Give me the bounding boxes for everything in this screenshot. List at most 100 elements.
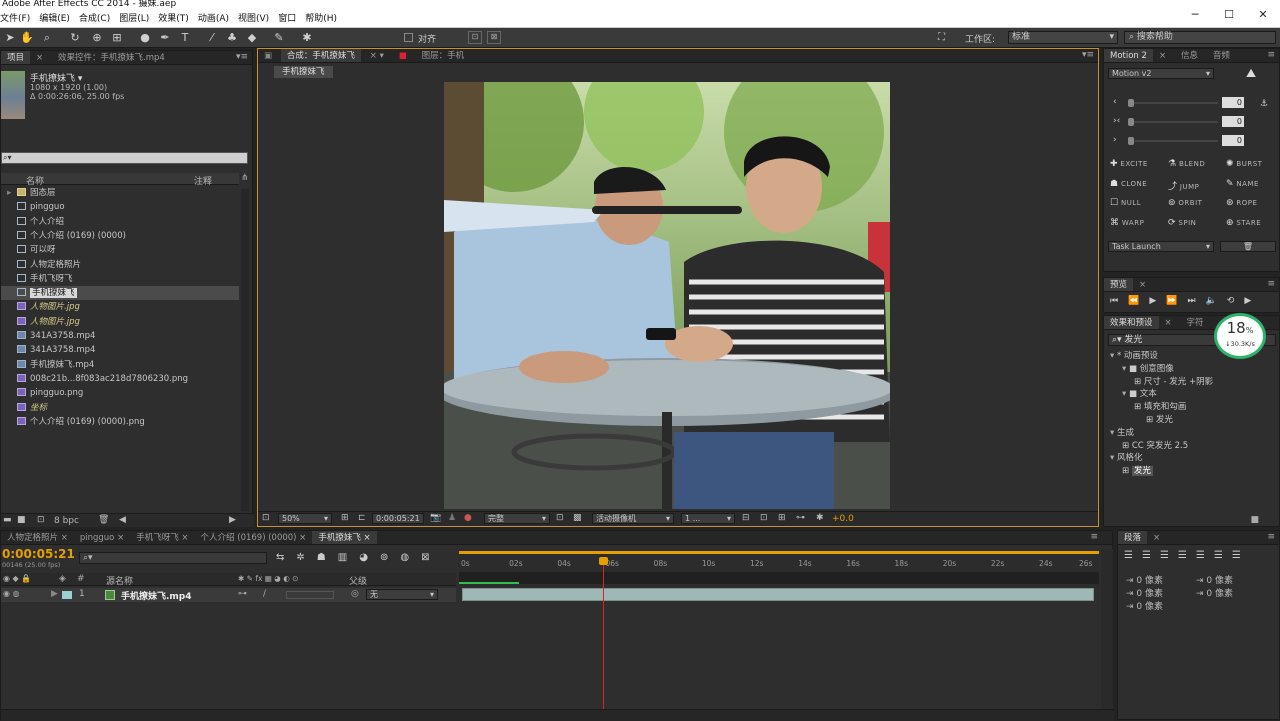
tab-project[interactable]: 项目 [1, 51, 31, 64]
vr-icon[interactable]: ⛶ [938, 32, 945, 43]
project-search-input[interactable]: ⌕▾ [1, 152, 248, 164]
visibility-icon[interactable]: ◉ ◍ [3, 589, 20, 598]
graph-icon[interactable]: ⊠ [421, 552, 441, 563]
tab-paragraph[interactable]: 段落 [1118, 531, 1148, 544]
panel-menu-icon[interactable]: ≡ [1090, 531, 1098, 544]
snap-icon[interactable]: ⊡ [468, 31, 482, 44]
first-frame-icon[interactable]: ⏮ [1110, 296, 1128, 306]
project-item[interactable]: pingguo [1, 200, 239, 214]
selection-tool-icon[interactable]: ➤ [3, 31, 17, 45]
tab-effects-presets[interactable]: 效果和预设 [1104, 316, 1159, 329]
tab-character[interactable]: 字符 [1181, 316, 1210, 329]
timeline-timecode[interactable]: 0:00:05:21 [2, 547, 75, 561]
motion-button-clone[interactable]: ☗ CLONE [1110, 179, 1147, 189]
eraser-tool-icon[interactable]: ◆ [245, 31, 259, 45]
puppet-tool-icon[interactable]: ✱ [300, 31, 314, 45]
motion-button-null[interactable]: ☐ NULL [1110, 198, 1141, 208]
new-preset-icon[interactable]: ■ [1250, 515, 1259, 525]
collapse-icon[interactable]: ▾ [1110, 453, 1117, 463]
workspace-select[interactable]: 标准 ▾ [1008, 31, 1118, 44]
exposure-value[interactable]: +0.0 [832, 514, 854, 524]
zoom-navigator[interactable] [459, 572, 1099, 584]
slider-handle[interactable] [1128, 99, 1134, 107]
hand-tool-icon[interactable]: ✋ [20, 31, 34, 45]
trash-icon[interactable]: 🗑 [98, 515, 109, 525]
timeline-search-input[interactable]: ⌕▾ [79, 552, 267, 564]
motion-button-stare[interactable]: ⊕ STARE [1226, 218, 1261, 228]
draft-3d-icon[interactable]: ✲ [296, 552, 316, 563]
comp-timecode[interactable]: 0:00:05:21 [372, 513, 424, 524]
panel-menu-icon[interactable]: ≡ [1267, 278, 1275, 291]
playhead-handle-icon[interactable] [598, 557, 608, 565]
new-comp-icon[interactable]: ⊡ [37, 515, 45, 525]
prev-frame-icon[interactable]: ⏪ [1128, 296, 1149, 306]
tab-effect-controls[interactable]: 效果控件：手机撩妹飞.mp4 [52, 51, 171, 64]
motion-version-select[interactable]: Motion v2 ▾ [1108, 68, 1214, 79]
graph-editor-icon[interactable]: ⊚ [380, 552, 400, 563]
menu-item-6[interactable]: 视图(V) [238, 14, 269, 24]
shy-icon[interactable]: ☗ [317, 552, 338, 563]
slider-handle[interactable] [1128, 118, 1134, 126]
column-parent[interactable]: 父级 [349, 574, 367, 587]
align-checkbox[interactable] [404, 33, 413, 42]
show-snapshot-icon[interactable]: ♟ [448, 513, 456, 523]
tab-motion[interactable]: Motion 2 [1104, 49, 1153, 62]
pen-tool-icon[interactable]: ✒ [158, 31, 172, 45]
project-item[interactable]: 个人介绍 (0169) (0000).png [1, 415, 239, 429]
maximize-icon[interactable]: ☐ [1212, 8, 1246, 21]
motion-slider[interactable] [1128, 140, 1218, 142]
close-icon[interactable]: × ▾ [364, 49, 390, 62]
ram-preview-icon[interactable]: ▶ [1244, 296, 1261, 306]
tab-info[interactable]: 信息 [1175, 49, 1204, 62]
effects-tree-item[interactable]: ⊞ 发光 [1146, 413, 1173, 427]
snapshot-icon[interactable]: 📷 [430, 513, 441, 523]
anchor-icon[interactable]: ⚓ [1260, 99, 1268, 109]
motion-button-name[interactable]: ✎ NAME [1226, 179, 1259, 189]
motion-button-blend[interactable]: ⚗ BLEND [1168, 159, 1205, 169]
project-item[interactable]: 人物图片.jpg [1, 300, 239, 314]
menu-item-8[interactable]: 帮助(H) [305, 14, 337, 24]
tab-audio[interactable]: 音频 [1207, 49, 1236, 62]
motion-button-orbit[interactable]: ⊚ ORBIT [1168, 198, 1202, 208]
next-frame-icon[interactable]: ⏩ [1166, 296, 1187, 306]
brush-tool-icon[interactable]: ⁄ [205, 31, 219, 45]
close-icon[interactable]: × [30, 51, 49, 64]
magnification-select[interactable]: 50% ▾ [278, 513, 332, 524]
timeline-tab[interactable]: 人物定格照片 × [1, 531, 74, 544]
quality-switch-icon[interactable]: / [263, 589, 266, 599]
project-item[interactable]: 坐标 [1, 401, 239, 415]
project-item[interactable]: 个人介绍 [1, 215, 239, 229]
justify-left-icon[interactable]: ☰ [1178, 550, 1196, 561]
paragraph-indent-field[interactable]: ⇥ 0 像素 [1126, 573, 1163, 586]
menu-item-7[interactable]: 窗口 [278, 14, 296, 24]
always-preview-icon[interactable]: ⊡ [262, 513, 270, 523]
project-item[interactable]: pingguo.png [1, 386, 239, 400]
project-item[interactable]: 手机飞呀飞 [1, 272, 239, 286]
align-left-icon[interactable]: ☰ [1124, 550, 1142, 561]
playhead[interactable] [598, 557, 608, 721]
slider-handle[interactable] [1128, 137, 1134, 145]
mask-visibility-icon[interactable]: ⊏ [358, 513, 366, 523]
menu-item-2[interactable]: 合成(C) [79, 14, 110, 24]
panel-menu-icon[interactable]: ≡ [1267, 531, 1275, 544]
column-source-name[interactable]: 源名称 [106, 574, 133, 587]
panel-menu-icon[interactable]: ≡ [1267, 49, 1275, 62]
collapse-icon[interactable]: ▾ [1110, 351, 1117, 361]
shape-tool-icon[interactable]: ● [138, 31, 152, 45]
interpret-footage-icon[interactable]: ▬ [3, 515, 12, 525]
tab-composition[interactable]: 合成：手机撩妹飞 [280, 49, 361, 62]
expand-icon[interactable]: ▸ [7, 186, 17, 200]
motion-button-warp[interactable]: ⌘ WARP [1110, 218, 1144, 228]
minimize-icon[interactable]: ─ [1178, 8, 1212, 21]
parent-select[interactable]: 无 ▾ [366, 589, 438, 600]
composition-mini-flowchart-icon[interactable]: ⇆ [276, 552, 296, 563]
motion-value-field[interactable]: 0 [1222, 135, 1244, 146]
type-tool-icon[interactable]: T [178, 31, 192, 45]
motion-slider[interactable] [1128, 121, 1218, 123]
project-item[interactable]: 可以呀 [1, 243, 239, 257]
play-icon[interactable]: ▶ [1149, 296, 1166, 306]
project-item[interactable]: 个人介绍 (0169) (0000) [1, 229, 239, 243]
last-frame-icon[interactable]: ⏭ [1187, 296, 1205, 306]
motion-slider[interactable] [1128, 102, 1218, 104]
justify-right-icon[interactable]: ☰ [1214, 550, 1232, 561]
